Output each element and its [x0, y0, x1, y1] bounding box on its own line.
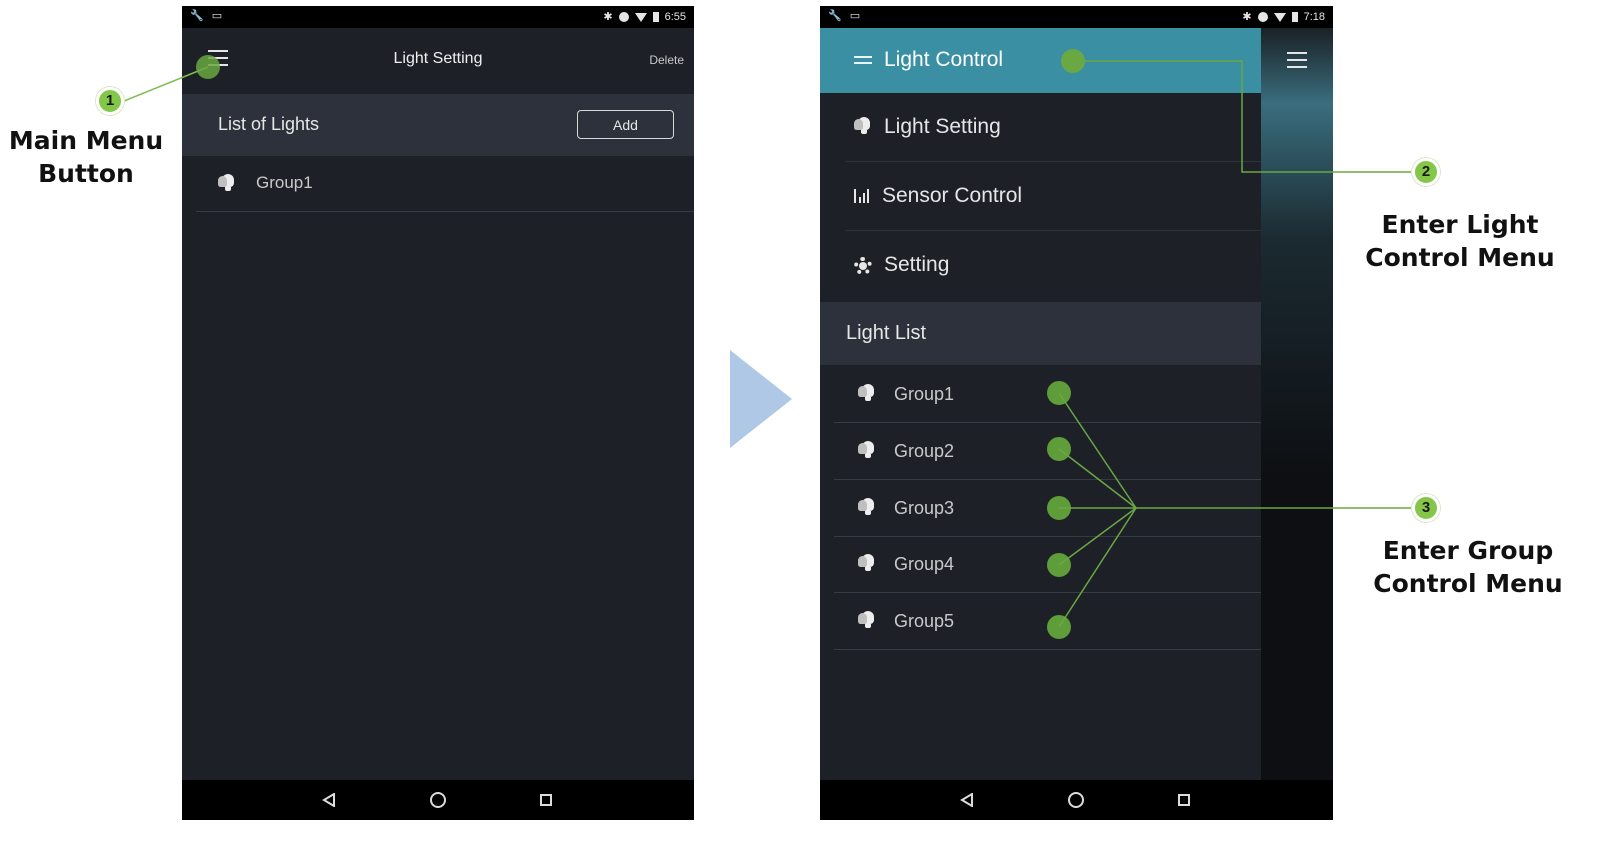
group-label: Group3 [894, 498, 955, 518]
menu-item-label: Sensor Control [882, 184, 1023, 207]
caption-line: Button [38, 159, 134, 188]
light-list-header-label: Light List [846, 322, 927, 344]
menu-item-light-control[interactable]: Light Control [820, 28, 1261, 93]
back-icon[interactable] [960, 793, 974, 807]
menu-item-sensor-control[interactable]: Sensor Control [846, 162, 1261, 231]
caption-line: Control Menu [1373, 569, 1563, 598]
battery-icon [1291, 12, 1298, 22]
group-label: Group5 [894, 611, 955, 631]
group-label: Group1 [894, 384, 955, 404]
bulb-icon [858, 441, 874, 459]
wrench-icon: 🔧 [828, 10, 842, 22]
back-icon[interactable] [322, 793, 336, 807]
phone-screen-light-setting: 🔧 ▭ ✱ 6:55 Light Setting Delete List of … [182, 6, 694, 820]
light-list-item-group1[interactable]: Group1 [834, 366, 1261, 423]
group-label: Group2 [894, 441, 955, 461]
navigation-bar [820, 780, 1333, 820]
screen-icon: ▭ [849, 10, 861, 22]
list-header: List of Lights Add [182, 94, 694, 156]
phone-screen-drawer-open: 🔧 ▭ ✱ 7:18 Light Control Light Setting S… [820, 6, 1333, 820]
transition-arrow-icon [730, 350, 792, 448]
status-time: 6:55 [664, 11, 686, 23]
light-list-item-group5[interactable]: Group5 [834, 593, 1261, 650]
sensor-icon [854, 189, 872, 203]
list-item-label: Group1 [256, 173, 313, 192]
menu-item-label: Light Control [884, 48, 1004, 71]
wifi-icon [634, 12, 647, 22]
dimmed-content[interactable] [1261, 28, 1333, 780]
group-label: Group4 [894, 554, 955, 574]
home-icon[interactable] [430, 792, 446, 808]
wifi-icon [1273, 12, 1286, 22]
bulb-icon [854, 117, 870, 135]
app-bar: Light Setting Delete [182, 28, 694, 94]
light-list-header: Light List [820, 302, 1261, 365]
home-icon[interactable] [1068, 792, 1084, 808]
status-bar: 🔧 ▭ ✱ 6:55 [182, 6, 694, 28]
menu-item-label: Light Setting [884, 115, 1001, 138]
navigation-drawer: Light Control Light Setting Sensor Contr… [820, 28, 1261, 780]
callout-caption-2: Enter Light Control Menu [1360, 208, 1560, 274]
light-list-item-group4[interactable]: Group4 [834, 536, 1261, 593]
menu-icon[interactable] [1287, 52, 1307, 68]
list-header-label: List of Lights [218, 114, 320, 134]
caption-line: Main Menu [8, 126, 164, 155]
gear-icon [854, 257, 872, 275]
bulb-icon [858, 611, 874, 629]
callout-badge-1: 1 [96, 87, 124, 115]
callout-caption-3: Enter Group Control Menu [1366, 534, 1570, 600]
bulb-icon [218, 174, 234, 192]
battery-icon [652, 12, 659, 22]
menu-item-label: Setting [884, 253, 950, 276]
status-time: 7:18 [1303, 11, 1325, 23]
delete-button[interactable]: Delete [649, 53, 684, 67]
light-list-item-group3[interactable]: Group3 [834, 480, 1261, 537]
bulb-icon [858, 554, 874, 572]
status-bar: 🔧 ▭ ✱ 7:18 [820, 6, 1333, 28]
add-button[interactable]: Add [577, 110, 674, 139]
sliders-icon [854, 55, 872, 65]
light-list-item-group2[interactable]: Group2 [834, 423, 1261, 480]
bluetooth-icon: ✱ [1242, 11, 1252, 23]
wrench-icon: 🔧 [190, 10, 204, 22]
bulb-icon [858, 498, 874, 516]
caption-line: Control Menu [1365, 243, 1555, 272]
recents-icon[interactable] [540, 794, 552, 806]
callout-badge-2: 2 [1412, 158, 1440, 186]
bluetooth-icon: ✱ [603, 11, 613, 23]
caption-line: Enter Group [1382, 536, 1554, 565]
do-not-disturb-icon [618, 12, 629, 22]
callout-badge-3: 3 [1412, 494, 1440, 522]
recents-icon[interactable] [1178, 794, 1190, 806]
caption-line: Enter Light [1381, 210, 1539, 239]
screen-icon: ▭ [211, 10, 223, 22]
do-not-disturb-icon [1257, 12, 1268, 22]
navigation-bar [182, 780, 694, 820]
callout-caption-1: Main Menu Button [0, 124, 172, 190]
page-title: Light Setting [393, 50, 483, 67]
bulb-icon [858, 384, 874, 402]
list-item[interactable]: Group1 [196, 156, 694, 212]
menu-item-setting[interactable]: Setting [846, 231, 1261, 300]
menu-item-light-setting[interactable]: Light Setting [846, 93, 1261, 162]
